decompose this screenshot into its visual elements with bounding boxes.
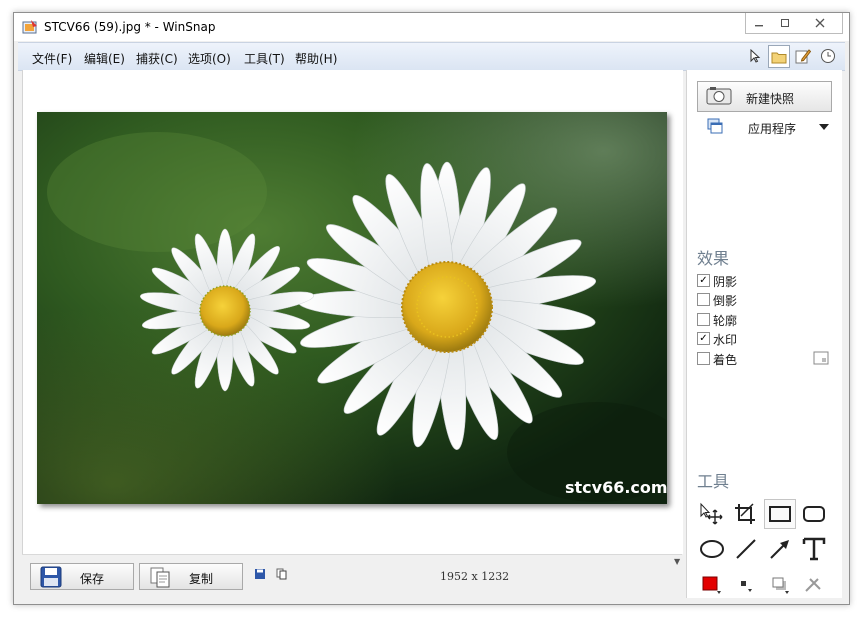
arrow-icon [770, 540, 789, 559]
edit-mode-button[interactable] [793, 45, 813, 66]
maximize-button[interactable] [772, 13, 798, 33]
effects-title: 效果 [697, 249, 730, 268]
minimize-button[interactable] [746, 13, 772, 33]
camera-icon [706, 87, 732, 105]
reflection-checkbox[interactable] [697, 293, 710, 306]
ellipse-tool[interactable] [697, 535, 727, 563]
copy-button-label: 复制 [189, 572, 214, 586]
effect-label: 阴影 [713, 275, 738, 289]
line-width-icon [741, 581, 752, 592]
line-width-picker[interactable] [731, 571, 761, 599]
new-snapshot-label: 新建快照 [746, 92, 795, 106]
menu-file[interactable]: 文件(F) [32, 50, 72, 67]
captured-image[interactable]: stcv66.com [37, 112, 667, 504]
clear-tool[interactable] [799, 571, 829, 599]
menu-capture[interactable]: 捕获(C) [136, 50, 178, 67]
close-icon [815, 18, 825, 28]
arrow-tool[interactable] [765, 535, 795, 563]
move-icon [700, 502, 723, 525]
copy-small-icon[interactable] [276, 568, 288, 580]
shadow-style-picker[interactable] [765, 571, 795, 599]
select-mode-button[interactable] [745, 45, 765, 66]
timer-mode-button[interactable] [818, 45, 838, 66]
title-bar: STCV66 (59).jpg * - WinSnap [14, 13, 849, 41]
effect-label: 倒影 [713, 294, 738, 308]
text-tool[interactable] [799, 535, 829, 563]
shadow-checkbox[interactable]: ✓ [697, 274, 710, 287]
save-button-label: 保存 [80, 572, 105, 586]
chevron-down-icon[interactable]: ▼ [674, 557, 680, 566]
menu-tools[interactable]: 工具(T) [244, 50, 285, 67]
ellipse-icon [700, 540, 724, 558]
rectangle-icon [769, 506, 791, 522]
winsnap-app-icon [22, 20, 37, 34]
dropdown-arrow-icon [819, 124, 829, 130]
pointer-icon [750, 48, 761, 63]
effect-label: 轮廓 [713, 314, 738, 328]
color-swatch-icon [702, 576, 721, 594]
capture-mode-selector[interactable]: 应用程序 [705, 118, 830, 136]
bottom-bar: 保存 复制 1952 x 1232 ▼ [22, 554, 682, 599]
image-dimensions: 1952 x 1232 [440, 570, 510, 583]
folder-icon [771, 52, 787, 63]
restore-icon [781, 19, 789, 27]
rectangle-tool[interactable] [764, 499, 796, 529]
minimize-icon [755, 25, 763, 27]
watermark-text: stcv66.com [565, 478, 667, 497]
menu-bar: 文件(F) 编辑(E) 捕获(C) 选项(O) 工具(T) 帮助(H) [18, 42, 845, 71]
tint-checkbox[interactable] [697, 352, 710, 365]
color-picker[interactable] [697, 571, 727, 599]
side-panel: 新建快照 应用程序 效果 ✓ 阴影 倒影 轮廓 ✓ 水印 着色 工具 [686, 70, 842, 598]
save-button[interactable]: 保存 [30, 563, 134, 590]
outline-checkbox[interactable] [697, 313, 710, 326]
move-tool[interactable] [696, 500, 726, 528]
line-tool[interactable] [731, 535, 761, 563]
window-controls [745, 13, 843, 34]
copy-icon [150, 567, 170, 588]
effect-settings-icon[interactable] [813, 351, 829, 365]
menu-edit[interactable]: 编辑(E) [84, 50, 125, 67]
shadow-style-icon [772, 577, 789, 594]
window-title: STCV66 (59).jpg * - WinSnap [44, 20, 216, 34]
effect-label: 水印 [713, 333, 738, 347]
menu-help[interactable]: 帮助(H) [295, 50, 337, 67]
tools-title: 工具 [697, 472, 730, 491]
image-canvas: stcv66.com [22, 70, 683, 554]
app-window: STCV66 (59).jpg * - WinSnap 文件(F) 编辑(E) … [13, 12, 850, 605]
text-icon [802, 537, 826, 561]
menu-options[interactable]: 选项(O) [188, 50, 231, 67]
clock-icon [821, 48, 835, 63]
rounded-rectangle-icon [803, 506, 825, 522]
capture-mode-label: 应用程序 [748, 122, 797, 136]
save-as-icon[interactable] [254, 568, 266, 580]
save-floppy-icon [40, 566, 62, 588]
daisy-photo: stcv66.com [37, 112, 667, 504]
folder-mode-button[interactable] [768, 45, 790, 68]
close-button[interactable] [798, 13, 842, 33]
crop-tool[interactable] [730, 500, 760, 528]
new-snapshot-button[interactable]: 新建快照 [697, 81, 832, 112]
line-icon [736, 539, 756, 559]
watermark-checkbox[interactable]: ✓ [697, 332, 710, 345]
copy-button[interactable]: 复制 [139, 563, 243, 590]
effect-label: 着色 [713, 353, 738, 367]
eraser-icon [805, 578, 821, 592]
notepad-edit-icon [795, 48, 811, 63]
rounded-rectangle-tool[interactable] [799, 500, 829, 528]
crop-icon [735, 503, 755, 524]
application-window-icon [707, 118, 723, 134]
